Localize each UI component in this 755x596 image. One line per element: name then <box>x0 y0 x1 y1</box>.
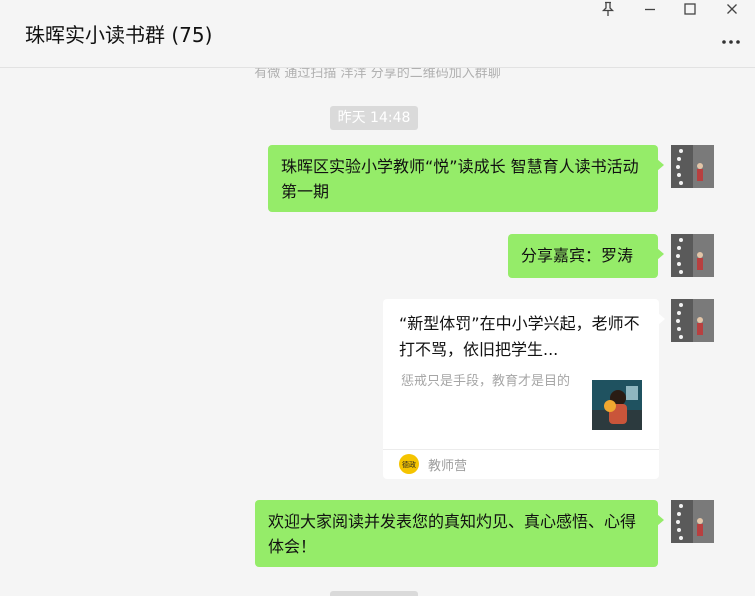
message-list[interactable]: 有微 通过扫描 洋洋 分享的二维码加入群聊 昨天 14:48 珠晖区实验小学教师… <box>0 68 755 596</box>
message-bubble[interactable]: 珠晖区实验小学教师“悦”读成长 智慧育人读书活动第一期 <box>268 145 664 212</box>
card-thumbnail <box>592 380 642 430</box>
timestamp: 昨天 14:48 <box>330 106 418 130</box>
message-text: 珠晖区实验小学教师“悦”读成长 智慧育人读书活动第一期 <box>281 157 639 201</box>
message-bubble[interactable]: 分享嘉宾：罗涛 <box>508 234 664 278</box>
avatar-image-icon <box>671 500 714 543</box>
card-title: “新型体罚”在中小学兴起，老师不打不骂，依旧把学生... <box>399 314 640 359</box>
minimize-icon[interactable] <box>633 0 667 18</box>
message-text: 欢迎大家阅读并发表您的真知灼见、真心感悟、心得体会！ <box>268 512 637 556</box>
avatar-image-icon <box>671 299 714 342</box>
close-icon[interactable] <box>715 0 749 18</box>
pin-icon[interactable] <box>591 0 625 18</box>
chat-window: 珠晖实小读书群 (75) 有微 通过扫描 洋洋 分享的二维码加入群聊 昨天 14… <box>0 0 755 596</box>
more-dots-icon[interactable] <box>719 32 743 52</box>
card-description: 惩戒只是手段，教育才是目的 <box>401 374 571 389</box>
message-bubble[interactable]: 欢迎大家阅读并发表您的真知灼见、真心感悟、心得体会！ <box>255 500 664 567</box>
maximize-icon[interactable] <box>673 0 707 18</box>
card-divider <box>383 449 659 450</box>
article-card[interactable]: “新型体罚”在中小学兴起，老师不打不骂，依旧把学生... 惩戒只是手段，教育才是… <box>383 299 665 479</box>
avatar[interactable] <box>671 234 714 277</box>
group-title: 珠晖实小读书群 (75) <box>25 23 213 47</box>
chat-header: 珠晖实小读书群 (75) <box>0 0 755 68</box>
card-source: 德政 教师营 <box>399 454 467 474</box>
avatar-image-icon <box>671 145 714 188</box>
avatar[interactable] <box>671 145 714 188</box>
source-logo-icon: 德政 <box>399 454 419 474</box>
avatar-image-icon <box>671 234 714 277</box>
source-name: 教师营 <box>428 458 468 474</box>
source-logo-text: 德政 <box>402 460 416 469</box>
system-message: 有微 通过扫描 洋洋 分享的二维码加入群聊 <box>254 68 501 81</box>
message-text: 分享嘉宾：罗涛 <box>521 246 634 265</box>
avatar[interactable] <box>671 500 714 543</box>
avatar[interactable] <box>671 299 714 342</box>
next-timestamp-partial <box>330 591 418 596</box>
